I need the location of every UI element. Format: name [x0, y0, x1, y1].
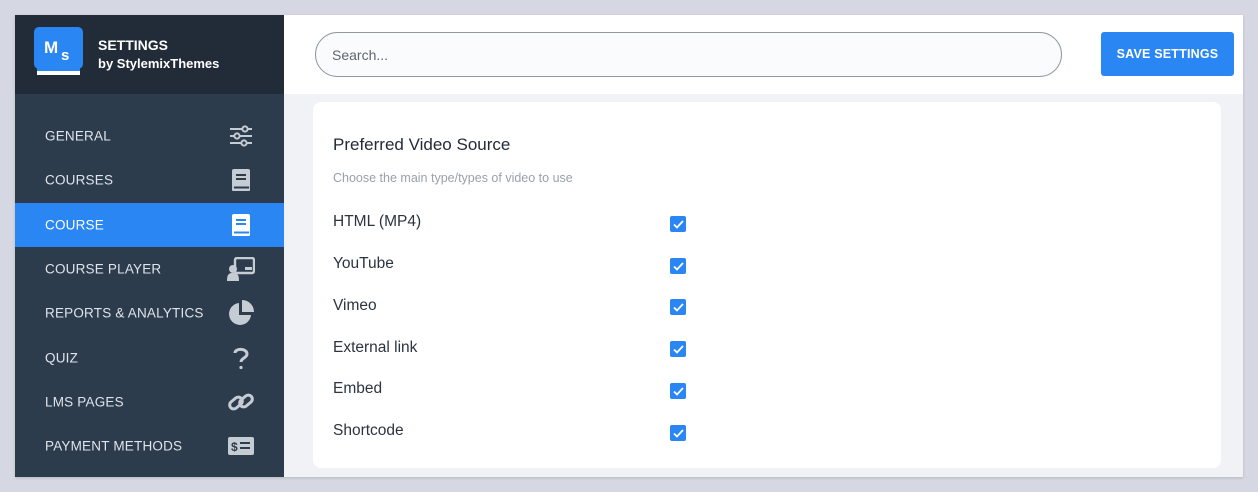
money-icon: $ [227, 433, 255, 459]
sidebar-item-label: COURSE PLAYER [45, 261, 162, 277]
svg-text:$: $ [231, 440, 238, 454]
sidebar-item-quiz[interactable]: QUIZ [15, 335, 284, 379]
check-icon [672, 428, 684, 438]
book-open-icon [227, 212, 255, 238]
section-description: Choose the main type/types of video to u… [333, 171, 573, 185]
checkbox-embed[interactable] [670, 383, 686, 399]
sidebar-nav: GENERAL COURSES COURSE COURSE PLAYER REP… [15, 114, 284, 468]
svg-text:M: M [44, 38, 58, 57]
sidebar-item-label: LMS PAGES [45, 394, 124, 410]
question-icon [227, 345, 255, 371]
sidebar-item-payment-methods[interactable]: PAYMENT METHODS $ [15, 424, 284, 468]
sidebar-item-label: QUIZ [45, 350, 79, 366]
check-icon [672, 386, 684, 396]
option-label-youtube: YouTube [333, 255, 394, 272]
sliders-icon [227, 123, 255, 149]
masterstudy-logo: M s [34, 27, 83, 75]
checkbox-html[interactable] [670, 216, 686, 232]
brand-title: SETTINGS [98, 37, 169, 53]
check-icon [672, 261, 684, 271]
video-source-card: Preferred Video Source Choose the main t… [313, 102, 1221, 468]
top-bar: SAVE SETTINGS [284, 15, 1243, 94]
checkbox-shortcode[interactable] [670, 425, 686, 441]
save-settings-button[interactable]: SAVE SETTINGS [1101, 32, 1234, 76]
settings-window: M s SETTINGS by StylemixThemes GENERAL C… [15, 15, 1243, 477]
sidebar-item-label: REPORTS & ANALYTICS [45, 305, 204, 321]
option-label-external-link: External link [333, 339, 418, 356]
sidebar-item-course[interactable]: COURSE [15, 202, 284, 247]
option-label-embed: Embed [333, 380, 383, 397]
brand-subtitle: by StylemixThemes [98, 56, 220, 71]
sidebar-item-courses[interactable]: COURSES [15, 158, 284, 202]
sidebar-item-label: PAYMENT METHODS [45, 438, 183, 454]
check-icon [672, 344, 684, 354]
option-label-shortcode: Shortcode [333, 422, 404, 439]
sidebar-item-lms-pages[interactable]: LMS PAGES [15, 380, 284, 424]
sidebar: M s SETTINGS by StylemixThemes GENERAL C… [15, 15, 284, 477]
sidebar-item-label: COURSE [45, 217, 104, 233]
book-icon [227, 167, 255, 193]
presenter-icon [227, 256, 255, 282]
svg-text:s: s [61, 47, 69, 64]
checkbox-external-link[interactable] [670, 341, 686, 357]
sidebar-item-label: GENERAL [45, 128, 111, 144]
search-input[interactable] [315, 32, 1062, 77]
sidebar-item-reports-analytics[interactable]: REPORTS & ANALYTICS [15, 291, 284, 335]
sidebar-item-label: COURSES [45, 172, 114, 188]
link-icon [227, 389, 255, 415]
sidebar-item-general[interactable]: GENERAL [15, 114, 284, 158]
sidebar-item-course-player[interactable]: COURSE PLAYER [15, 247, 284, 291]
option-label-html: HTML (MP4) [333, 213, 422, 230]
pie-chart-icon [227, 300, 255, 326]
check-icon [672, 219, 684, 229]
checkbox-youtube[interactable] [670, 258, 686, 274]
check-icon [672, 302, 684, 312]
section-title: Preferred Video Source [333, 135, 511, 154]
checkbox-vimeo[interactable] [670, 299, 686, 315]
brand-header: M s SETTINGS by StylemixThemes [15, 15, 284, 94]
option-label-vimeo: Vimeo [333, 297, 377, 314]
